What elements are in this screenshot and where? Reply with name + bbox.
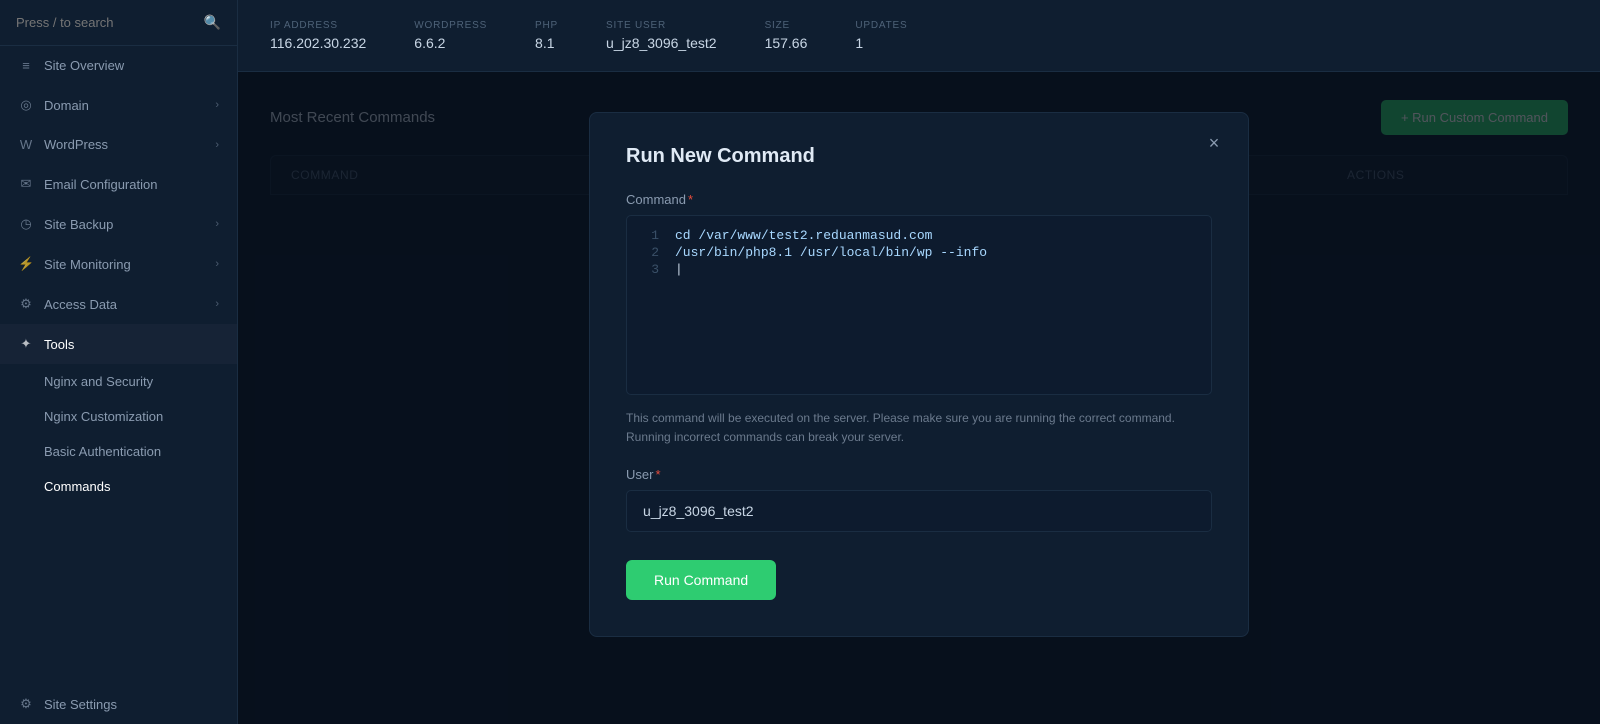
sidebar-sub-nginx-security[interactable]: Nginx and Security	[0, 364, 237, 399]
chevron-icon: ›	[215, 139, 219, 151]
stat-site-user: SITE USER u_jz8_3096_test2	[606, 20, 717, 51]
search-input[interactable]	[16, 15, 196, 30]
stat-php: PHP 8.1	[535, 20, 558, 51]
chevron-icon: ›	[215, 99, 219, 111]
sidebar-item-monitoring[interactable]: ⚡ Site Monitoring ›	[0, 244, 237, 284]
sidebar-item-settings[interactable]: ⚙ Site Settings	[0, 684, 237, 724]
user-label: User*	[626, 467, 1212, 482]
wordpress-icon: W	[18, 137, 34, 152]
top-bar: IP ADDRESS 116.202.30.232 WORDPRESS 6.6.…	[238, 0, 1600, 72]
stat-wordpress: WORDPRESS 6.6.2	[414, 20, 487, 51]
site-overview-icon: ≡	[18, 58, 34, 73]
modal-overlay: Run New Command × Command* 1 cd /var/www…	[238, 72, 1600, 724]
backup-icon: ◷	[18, 216, 34, 232]
search-bar[interactable]: 🔍	[0, 0, 237, 46]
command-label: Command*	[626, 192, 1212, 207]
content-area: Most Recent Commands + Run Custom Comman…	[238, 72, 1600, 724]
sidebar-sub-commands[interactable]: Commands	[0, 469, 237, 504]
stat-updates: UPDATES 1	[855, 20, 907, 51]
domain-icon: ◎	[18, 97, 34, 113]
user-input[interactable]	[626, 490, 1212, 532]
monitoring-icon: ⚡	[18, 256, 34, 272]
sidebar-item-tools[interactable]: ✦ Tools	[0, 324, 237, 364]
code-line-2: 2 /usr/bin/php8.1 /usr/local/bin/wp --in…	[643, 245, 1195, 260]
chevron-icon: ›	[215, 218, 219, 230]
access-icon: ⚙	[18, 296, 34, 312]
settings-icon: ⚙	[18, 696, 34, 712]
sidebar-item-domain[interactable]: ◎ Domain ›	[0, 85, 237, 125]
sidebar-item-access-data[interactable]: ⚙ Access Data ›	[0, 284, 237, 324]
chevron-icon: ›	[215, 258, 219, 270]
tools-icon: ✦	[18, 336, 34, 352]
code-lines: 1 cd /var/www/test2.reduanmasud.com 2 /u…	[643, 228, 1195, 277]
stat-ip: IP ADDRESS 116.202.30.232	[270, 20, 366, 51]
sidebar-sub-basic-auth[interactable]: Basic Authentication	[0, 434, 237, 469]
modal-title: Run New Command	[626, 145, 1212, 168]
run-command-modal: Run New Command × Command* 1 cd /var/www…	[589, 112, 1249, 637]
sidebar-sub-nginx-customization[interactable]: Nginx Customization	[0, 399, 237, 434]
stat-size: SIZE 157.66	[765, 20, 808, 51]
sidebar-item-email[interactable]: ✉ Email Configuration	[0, 164, 237, 204]
code-line-3: 3	[643, 262, 1195, 277]
sidebar: 🔍 ≡ Site Overview ◎ Domain › W WordPress…	[0, 0, 238, 724]
sidebar-item-wordpress[interactable]: W WordPress ›	[0, 125, 237, 164]
code-line-1: 1 cd /var/www/test2.reduanmasud.com	[643, 228, 1195, 243]
command-editor[interactable]: 1 cd /var/www/test2.reduanmasud.com 2 /u…	[626, 215, 1212, 395]
warning-text: This command will be executed on the ser…	[626, 409, 1212, 447]
main-content: IP ADDRESS 116.202.30.232 WORDPRESS 6.6.…	[238, 0, 1600, 724]
email-icon: ✉	[18, 176, 34, 192]
sidebar-item-backup[interactable]: ◷ Site Backup ›	[0, 204, 237, 244]
sidebar-item-site-overview[interactable]: ≡ Site Overview	[0, 46, 237, 85]
modal-close-button[interactable]: ×	[1200, 129, 1228, 157]
search-icon: 🔍	[204, 14, 221, 31]
run-command-button[interactable]: Run Command	[626, 560, 776, 600]
chevron-icon: ›	[215, 298, 219, 310]
